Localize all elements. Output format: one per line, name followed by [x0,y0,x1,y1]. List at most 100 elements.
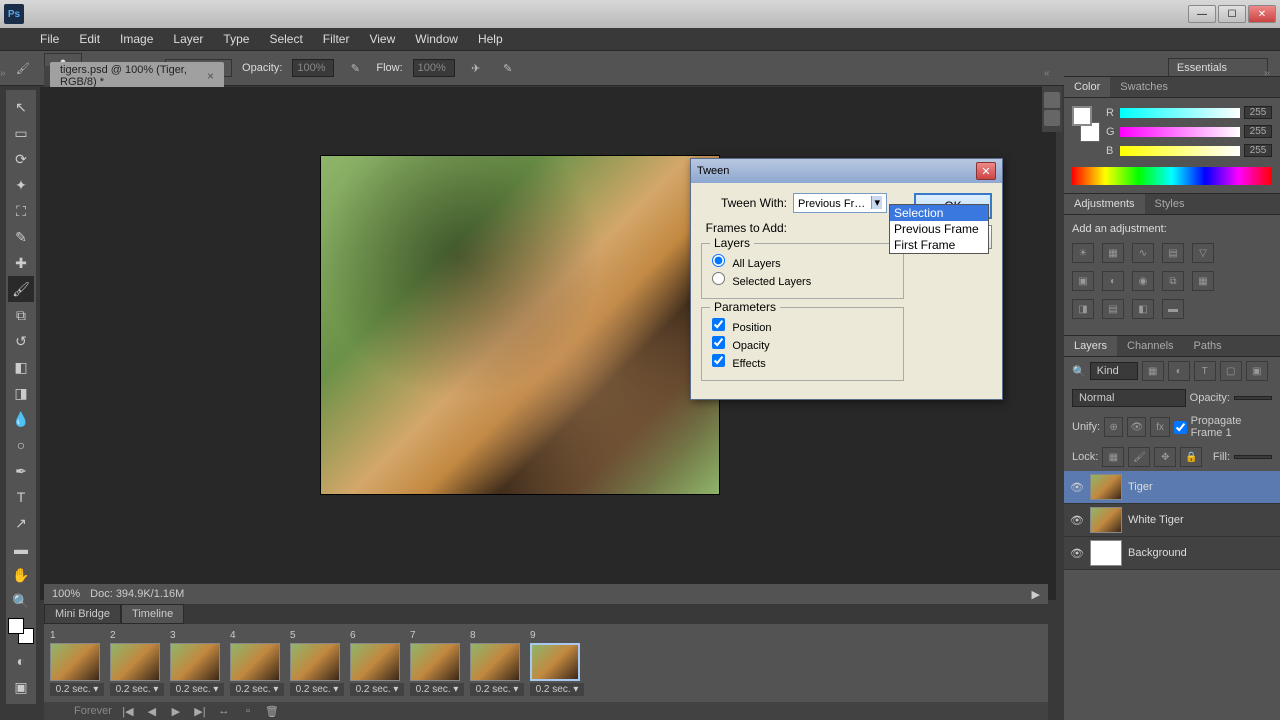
next-frame-icon[interactable]: ▶| [192,705,208,718]
selected-layers-radio[interactable]: Selected Layers [712,272,893,288]
filter-type-icon[interactable]: T [1194,361,1216,381]
filter-kind-select[interactable]: Kind [1090,362,1138,380]
frame-delay[interactable]: 0.2 sec. ▾ [50,683,104,696]
frame-delay[interactable]: 0.2 sec. ▾ [110,683,164,696]
collapsed-panel-icon[interactable] [1044,92,1060,108]
loop-select[interactable]: Forever [74,705,112,717]
menu-file[interactable]: File [30,32,69,46]
color-spectrum[interactable] [1072,167,1272,185]
blur-tool-icon[interactable]: 💧 [8,406,34,432]
opacity-pressure-icon[interactable]: ✎ [344,57,366,79]
posterize-icon[interactable]: ▤ [1102,299,1124,319]
lock-all-icon[interactable]: 🔒 [1180,447,1202,467]
tool-preset-icon[interactable]: 🖌 [12,57,34,79]
b-value[interactable]: 255 [1244,144,1272,157]
layer-row[interactable]: 👁 Tiger [1064,471,1280,504]
dropdown-option-previous-frame[interactable]: Previous Frame [890,221,988,237]
unify-style-icon[interactable]: fx [1150,417,1169,437]
frame-delay[interactable]: 0.2 sec. ▾ [350,683,404,696]
tab-swatches[interactable]: Swatches [1110,77,1178,97]
position-checkbox[interactable]: Position [712,318,893,334]
tween-icon[interactable]: ↔ [216,705,232,717]
timeline-frame[interactable]: 60.2 sec. ▾ [350,630,404,696]
bw-icon[interactable]: ◐ [1102,271,1124,291]
photo-filter-icon[interactable]: ◉ [1132,271,1154,291]
vibrance-icon[interactable]: ▽ [1192,243,1214,263]
document-close-icon[interactable]: × [207,69,214,83]
tab-timeline[interactable]: Timeline [121,604,184,624]
frame-delay[interactable]: 0.2 sec. ▾ [530,683,584,696]
marquee-tool-icon[interactable]: ▭ [8,120,34,146]
lock-pixels-icon[interactable]: 🖌 [1128,447,1150,467]
opacity-panel-input[interactable] [1234,396,1272,400]
timeline-frame[interactable]: 10.2 sec. ▾ [50,630,104,696]
gradient-map-icon[interactable]: ▬ [1162,299,1184,319]
layer-name[interactable]: Background [1128,547,1187,559]
prev-frame-icon[interactable]: ◀ [144,705,160,718]
dialog-titlebar[interactable]: Tween ✕ [691,159,1002,183]
frame-delay[interactable]: 0.2 sec. ▾ [410,683,464,696]
magic-wand-tool-icon[interactable]: ✦ [8,172,34,198]
exposure-icon[interactable]: ▤ [1162,243,1184,263]
brightness-icon[interactable]: ☀ [1072,243,1094,263]
timeline-frame[interactable]: 90.2 sec. ▾ [530,630,584,696]
zoom-tool-icon[interactable]: 🔍 [8,588,34,614]
flow-pressure-icon[interactable]: ✎ [497,57,519,79]
first-frame-icon[interactable]: |◀ [120,705,136,718]
menu-window[interactable]: Window [405,32,468,46]
lasso-tool-icon[interactable]: ⟳ [8,146,34,172]
timeline-frame[interactable]: 70.2 sec. ▾ [410,630,464,696]
tab-color[interactable]: Color [1064,77,1110,97]
healing-tool-icon[interactable]: ✚ [8,250,34,276]
timeline-frame[interactable]: 20.2 sec. ▾ [110,630,164,696]
airbrush-icon[interactable]: ✈ [465,57,487,79]
menu-filter[interactable]: Filter [313,32,360,46]
visibility-icon[interactable]: 👁 [1070,481,1084,494]
expand-left-icon[interactable]: » [0,68,12,80]
filter-icon[interactable]: 🔍 [1072,365,1086,378]
filter-adj-icon[interactable]: ◐ [1168,361,1190,381]
dialog-close-button[interactable]: ✕ [976,162,996,180]
tab-styles[interactable]: Styles [1145,194,1195,214]
collapsed-panel-icon[interactable] [1044,110,1060,126]
r-value[interactable]: 255 [1244,106,1272,119]
dropdown-option-selection[interactable]: Selection [890,205,988,221]
play-icon[interactable]: ▶ [168,705,184,718]
workspace-switcher[interactable]: Essentials [1168,58,1268,78]
g-value[interactable]: 255 [1244,125,1272,138]
propagate-checkbox[interactable] [1174,421,1187,434]
status-play-icon[interactable]: ▶ [1032,588,1040,601]
tab-channels[interactable]: Channels [1117,336,1183,356]
frame-delay[interactable]: 0.2 sec. ▾ [230,683,284,696]
move-tool-icon[interactable]: ↖ [8,94,34,120]
unify-visibility-icon[interactable]: 👁 [1127,417,1146,437]
layer-thumbnail[interactable] [1090,540,1122,566]
quickmask-icon[interactable]: ◐ [8,648,34,674]
threshold-icon[interactable]: ◧ [1132,299,1154,319]
effects-checkbox[interactable]: Effects [712,354,893,370]
document-tab[interactable]: tigers.psd @ 100% (Tiger, RGB/8) * × [50,62,224,90]
timeline-frame[interactable]: 40.2 sec. ▾ [230,630,284,696]
layer-thumbnail[interactable] [1090,507,1122,533]
tween-with-select[interactable]: Previous Fr… ▾ [793,193,887,213]
lock-transparent-icon[interactable]: ▦ [1102,447,1124,467]
dodge-tool-icon[interactable]: ○ [8,432,34,458]
tab-adjustments[interactable]: Adjustments [1064,194,1145,214]
minimize-button[interactable]: — [1188,5,1216,23]
opacity-checkbox[interactable]: Opacity [712,336,893,352]
type-tool-icon[interactable]: T [8,484,34,510]
blend-mode-select[interactable]: Normal [1072,389,1186,407]
doc-size[interactable]: Doc: 394.9K/1.16M [90,588,184,600]
pen-tool-icon[interactable]: ✒ [8,458,34,484]
visibility-icon[interactable]: 👁 [1070,514,1084,527]
color-foreground-background[interactable] [1072,106,1100,142]
levels-icon[interactable]: ▦ [1102,243,1124,263]
gradient-tool-icon[interactable]: ◨ [8,380,34,406]
menu-image[interactable]: Image [110,32,163,46]
b-slider[interactable] [1120,146,1240,156]
menu-select[interactable]: Select [259,32,312,46]
tab-layers[interactable]: Layers [1064,336,1117,356]
fill-input[interactable] [1234,455,1272,459]
hue-icon[interactable]: ▣ [1072,271,1094,291]
eyedropper-tool-icon[interactable]: ✎ [8,224,34,250]
